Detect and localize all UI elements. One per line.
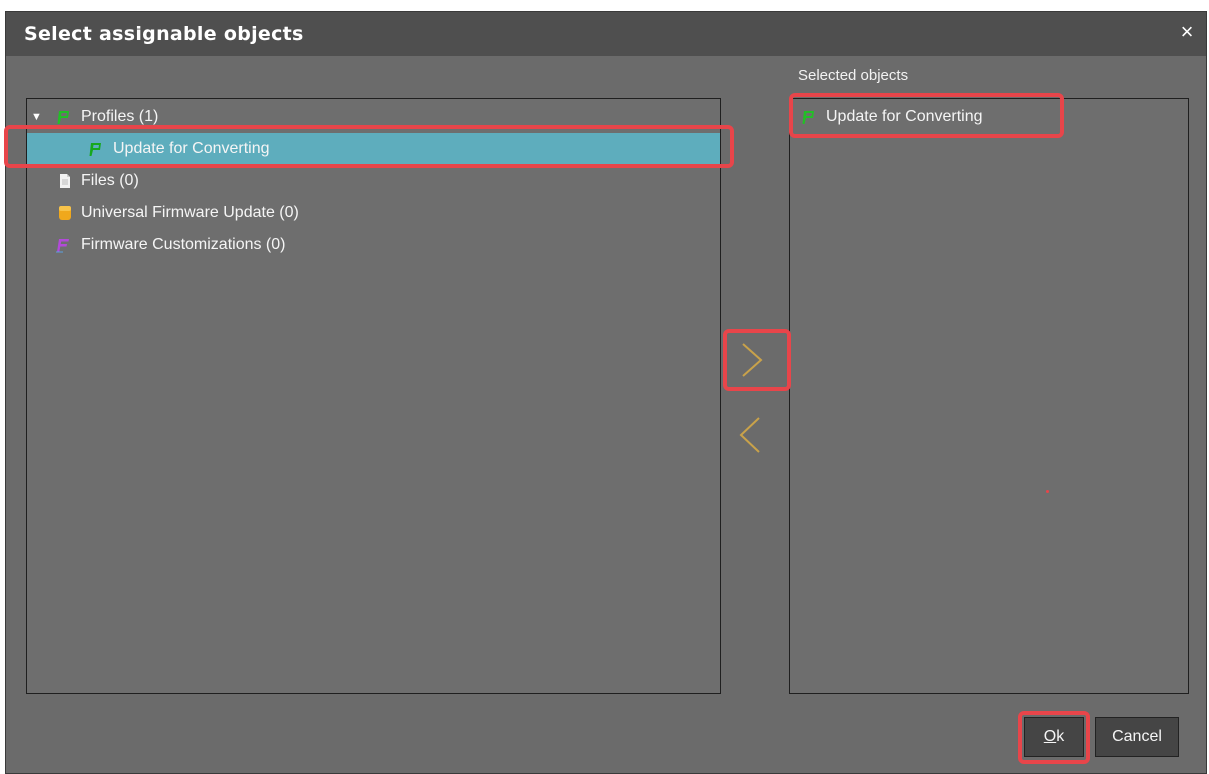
chevron-right-icon bbox=[742, 343, 763, 377]
firmware-update-icon bbox=[59, 206, 71, 220]
expand-toggle-icon[interactable]: ▼ bbox=[31, 101, 43, 133]
available-objects-tree[interactable]: ▼ Profiles (1) Update for Converting Fil… bbox=[26, 98, 721, 694]
select-assignable-objects-dialog: Select assignable objects × Selected obj… bbox=[4, 11, 1207, 774]
ok-label-rest: k bbox=[1056, 728, 1065, 745]
ok-button[interactable]: Ok bbox=[1024, 717, 1084, 757]
profile-icon bbox=[57, 111, 69, 124]
tree-item-label: Profiles (1) bbox=[81, 108, 159, 125]
selected-objects-list[interactable]: Update for Converting bbox=[789, 98, 1189, 694]
chevron-left-icon bbox=[739, 417, 760, 453]
tree-item-universal-firmware-update[interactable]: Universal Firmware Update (0) bbox=[27, 197, 720, 229]
selected-item-update-for-converting[interactable]: Update for Converting bbox=[790, 101, 1188, 133]
profile-icon bbox=[802, 111, 814, 124]
dialog-titlebar: Select assignable objects × bbox=[6, 12, 1206, 56]
add-selected-button[interactable] bbox=[726, 332, 772, 388]
file-icon bbox=[60, 174, 70, 188]
tree-item-label: Firmware Customizations (0) bbox=[81, 236, 286, 253]
close-icon[interactable]: × bbox=[1176, 21, 1198, 43]
dialog-title: Select assignable objects bbox=[24, 23, 304, 45]
selected-item-label: Update for Converting bbox=[826, 108, 983, 125]
tree-item-label: Files (0) bbox=[81, 172, 139, 189]
firmware-customization-icon bbox=[56, 239, 69, 253]
marker-dot bbox=[1046, 490, 1049, 493]
cancel-button[interactable]: Cancel bbox=[1095, 717, 1179, 757]
tree-item-label: Universal Firmware Update (0) bbox=[81, 204, 299, 221]
selected-objects-label: Selected objects bbox=[798, 67, 909, 84]
tree-item-update-for-converting[interactable]: Update for Converting bbox=[27, 133, 720, 165]
profile-icon bbox=[89, 143, 101, 156]
tree-item-files[interactable]: Files (0) bbox=[27, 165, 720, 197]
tree-item-firmware-customizations[interactable]: Firmware Customizations (0) bbox=[27, 229, 720, 261]
ok-mnemonic: O bbox=[1043, 728, 1057, 745]
tree-item-label: Update for Converting bbox=[113, 140, 270, 157]
tree-item-profiles[interactable]: ▼ Profiles (1) bbox=[27, 101, 720, 133]
remove-selected-button[interactable] bbox=[726, 410, 772, 466]
